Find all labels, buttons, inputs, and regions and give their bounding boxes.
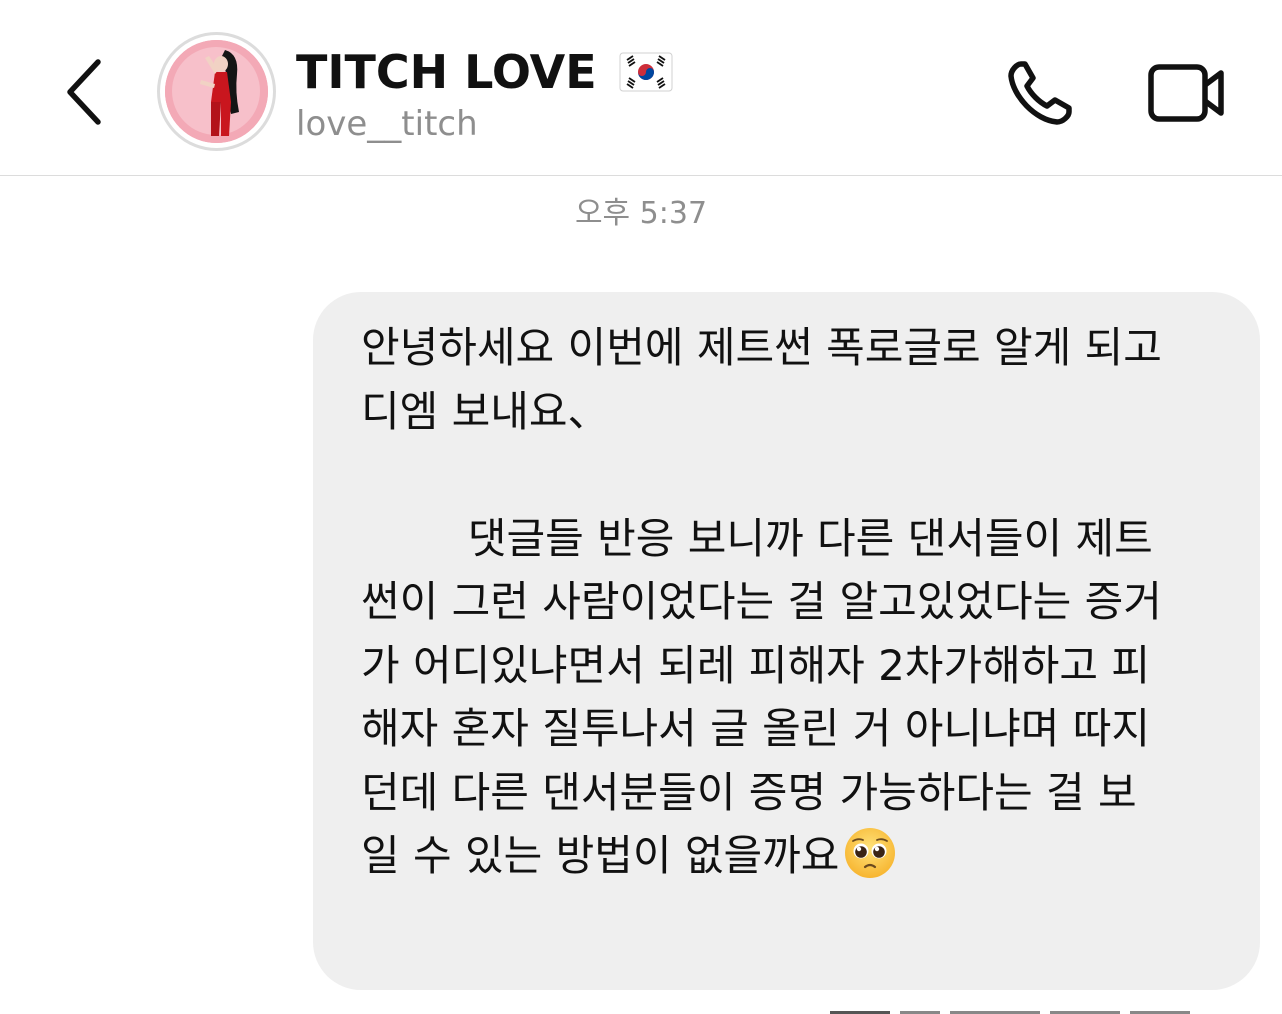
next-message-peek xyxy=(800,1004,1220,1014)
contact-name[interactable]: TITCH LOVE xyxy=(296,45,597,99)
contact-username[interactable]: love__titch xyxy=(296,104,478,144)
message-text: 안녕하세요 이번에 제트썬 폭로글로 알게 되고 디엠 보내요、 댓글들 반응 … xyxy=(361,316,1230,888)
message-body: 안녕하세요 이번에 제트썬 폭로글로 알게 되고 디엠 보내요、 댓글들 반응 … xyxy=(361,323,1162,880)
pleading-face-emoji xyxy=(845,828,896,878)
chat-header: TITCH LOVE love__titch xyxy=(0,0,1282,176)
avatar[interactable] xyxy=(157,32,276,151)
voice-call-button[interactable] xyxy=(1000,55,1080,131)
avatar-image xyxy=(165,40,268,143)
back-button[interactable] xyxy=(52,52,116,132)
message-timestamp: 오후 5:37 xyxy=(574,196,708,231)
video-call-button[interactable] xyxy=(1145,58,1229,128)
contact-title-row: TITCH LOVE xyxy=(296,40,673,104)
phone-icon xyxy=(1008,61,1072,125)
message-bubble[interactable]: 안녕하세요 이번에 제트썬 폭로글로 알게 되고 디엠 보내요、 댓글들 반응 … xyxy=(313,292,1260,990)
video-camera-icon xyxy=(1148,64,1224,122)
chevron-left-icon xyxy=(67,59,101,125)
korea-flag-icon xyxy=(619,52,673,92)
